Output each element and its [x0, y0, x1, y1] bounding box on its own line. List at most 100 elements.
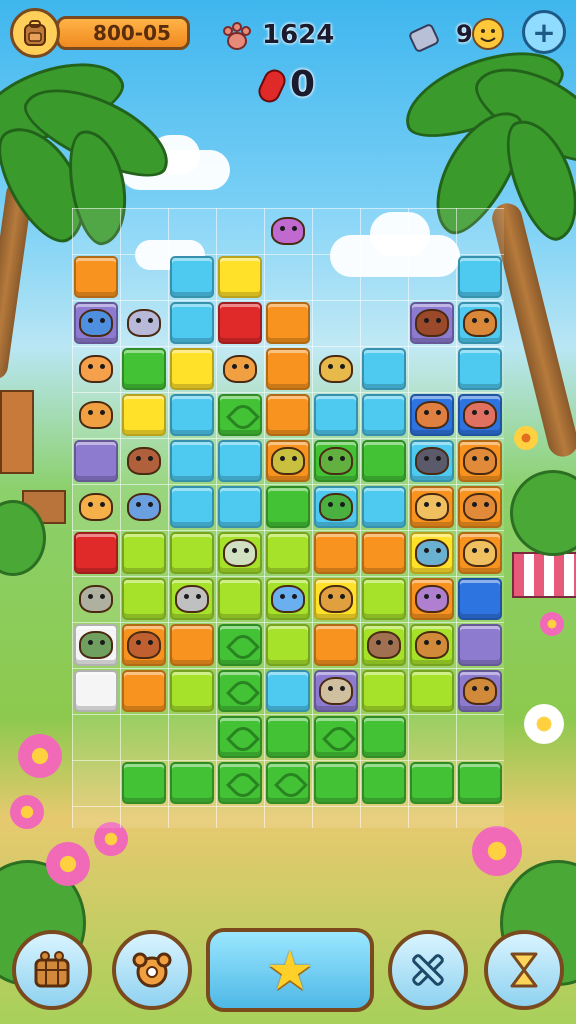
tile-purple[interactable] — [74, 440, 118, 482]
pet-button[interactable] — [112, 930, 192, 1010]
tile-orange[interactable] — [74, 256, 118, 298]
rat-animal[interactable] — [362, 624, 406, 666]
hamster-animal[interactable] — [458, 670, 502, 712]
tile-lime[interactable] — [218, 578, 262, 620]
play-star-button[interactable]: ★ — [206, 928, 374, 1012]
coin-counter[interactable]: 800-05 — [56, 16, 190, 50]
lion-animal[interactable] — [410, 302, 454, 344]
hourglass-button[interactable] — [484, 930, 564, 1010]
tile-green[interactable] — [218, 624, 262, 666]
tile-green[interactable] — [362, 762, 406, 804]
dino-animal[interactable] — [314, 486, 358, 528]
tile-yellow[interactable] — [170, 348, 214, 390]
tile-cyan[interactable] — [170, 486, 214, 528]
tile-green[interactable] — [170, 762, 214, 804]
lion-cub-animal[interactable] — [74, 486, 118, 528]
frog-animal[interactable] — [266, 440, 310, 482]
grey-cat-animal[interactable] — [122, 302, 166, 344]
tile-lime[interactable] — [410, 670, 454, 712]
husky-animal[interactable] — [266, 578, 310, 620]
tools-button[interactable] — [388, 930, 468, 1010]
panda-animal[interactable] — [218, 532, 262, 574]
tile-cyan[interactable] — [170, 394, 214, 436]
tile-lime[interactable] — [170, 532, 214, 574]
tile-orange[interactable] — [266, 348, 310, 390]
monkey-animal[interactable] — [458, 302, 502, 344]
bear-animal[interactable] — [122, 624, 166, 666]
tile-green[interactable] — [458, 762, 502, 804]
tile-green[interactable] — [362, 716, 406, 758]
tile-orange[interactable] — [314, 624, 358, 666]
butterfly-animal[interactable] — [410, 394, 454, 436]
tile-lime[interactable] — [362, 578, 406, 620]
tabby-animal[interactable] — [458, 532, 502, 574]
robot-animal[interactable] — [314, 578, 358, 620]
tile-orange[interactable] — [122, 670, 166, 712]
tile-green[interactable] — [266, 486, 310, 528]
turtle-animal[interactable] — [74, 624, 118, 666]
gorilla-animal[interactable] — [410, 440, 454, 482]
tile-cyan[interactable] — [458, 348, 502, 390]
tile-green[interactable] — [314, 762, 358, 804]
tile-white[interactable] — [74, 670, 118, 712]
fox-animal[interactable] — [458, 440, 502, 482]
tile-green[interactable] — [218, 394, 262, 436]
bear-cub-animal[interactable] — [266, 210, 310, 252]
tile-green[interactable] — [266, 716, 310, 758]
blue-cat-animal[interactable] — [74, 302, 118, 344]
small-fox-animal[interactable] — [458, 486, 502, 528]
tile-red[interactable] — [218, 302, 262, 344]
tile-cyan[interactable] — [170, 440, 214, 482]
tile-cyan[interactable] — [170, 256, 214, 298]
tile-green[interactable] — [410, 762, 454, 804]
tile-lime[interactable] — [122, 532, 166, 574]
tile-blue[interactable] — [458, 578, 502, 620]
add-button[interactable]: + — [522, 10, 566, 54]
tile-orange[interactable] — [170, 624, 214, 666]
tile-cyan[interactable] — [362, 348, 406, 390]
tile-green[interactable] — [218, 716, 262, 758]
tile-red[interactable] — [74, 532, 118, 574]
tile-lime[interactable] — [122, 578, 166, 620]
squirrel-animal[interactable] — [218, 348, 262, 390]
owl-animal[interactable] — [314, 348, 358, 390]
tile-cyan[interactable] — [218, 486, 262, 528]
tile-lime[interactable] — [170, 670, 214, 712]
tile-cyan[interactable] — [458, 256, 502, 298]
backpack-button[interactable] — [12, 930, 92, 1010]
puppy-animal[interactable] — [410, 624, 454, 666]
tile-cyan[interactable] — [170, 302, 214, 344]
player-avatar[interactable] — [10, 8, 60, 58]
tile-green[interactable] — [122, 348, 166, 390]
game-board[interactable] — [72, 208, 504, 828]
cat-animal[interactable] — [410, 486, 454, 528]
tile-green[interactable] — [218, 670, 262, 712]
tile-purple[interactable] — [458, 624, 502, 666]
tile-lime[interactable] — [266, 532, 310, 574]
tile-green[interactable] — [218, 762, 262, 804]
tile-green[interactable] — [362, 440, 406, 482]
tile-yellow[interactable] — [122, 394, 166, 436]
lizard-animal[interactable] — [314, 440, 358, 482]
tile-cyan[interactable] — [266, 670, 310, 712]
tile-green[interactable] — [122, 762, 166, 804]
tile-cyan[interactable] — [218, 440, 262, 482]
orange-fox-animal[interactable] — [74, 348, 118, 390]
penguin-animal[interactable] — [122, 486, 166, 528]
horse-animal[interactable] — [170, 578, 214, 620]
tile-orange[interactable] — [314, 532, 358, 574]
deer-animal[interactable] — [314, 670, 358, 712]
tile-orange[interactable] — [266, 394, 310, 436]
bull-animal[interactable] — [122, 440, 166, 482]
purple-cat-animal[interactable] — [410, 578, 454, 620]
tile-orange[interactable] — [266, 302, 310, 344]
tile-cyan[interactable] — [362, 394, 406, 436]
tile-green[interactable] — [266, 762, 310, 804]
tile-orange[interactable] — [362, 532, 406, 574]
tile-cyan[interactable] — [362, 486, 406, 528]
tile-green[interactable] — [314, 716, 358, 758]
tile-yellow[interactable] — [218, 256, 262, 298]
seal-animal[interactable] — [410, 532, 454, 574]
wolf-animal[interactable] — [74, 578, 118, 620]
tile-lime[interactable] — [266, 624, 310, 666]
